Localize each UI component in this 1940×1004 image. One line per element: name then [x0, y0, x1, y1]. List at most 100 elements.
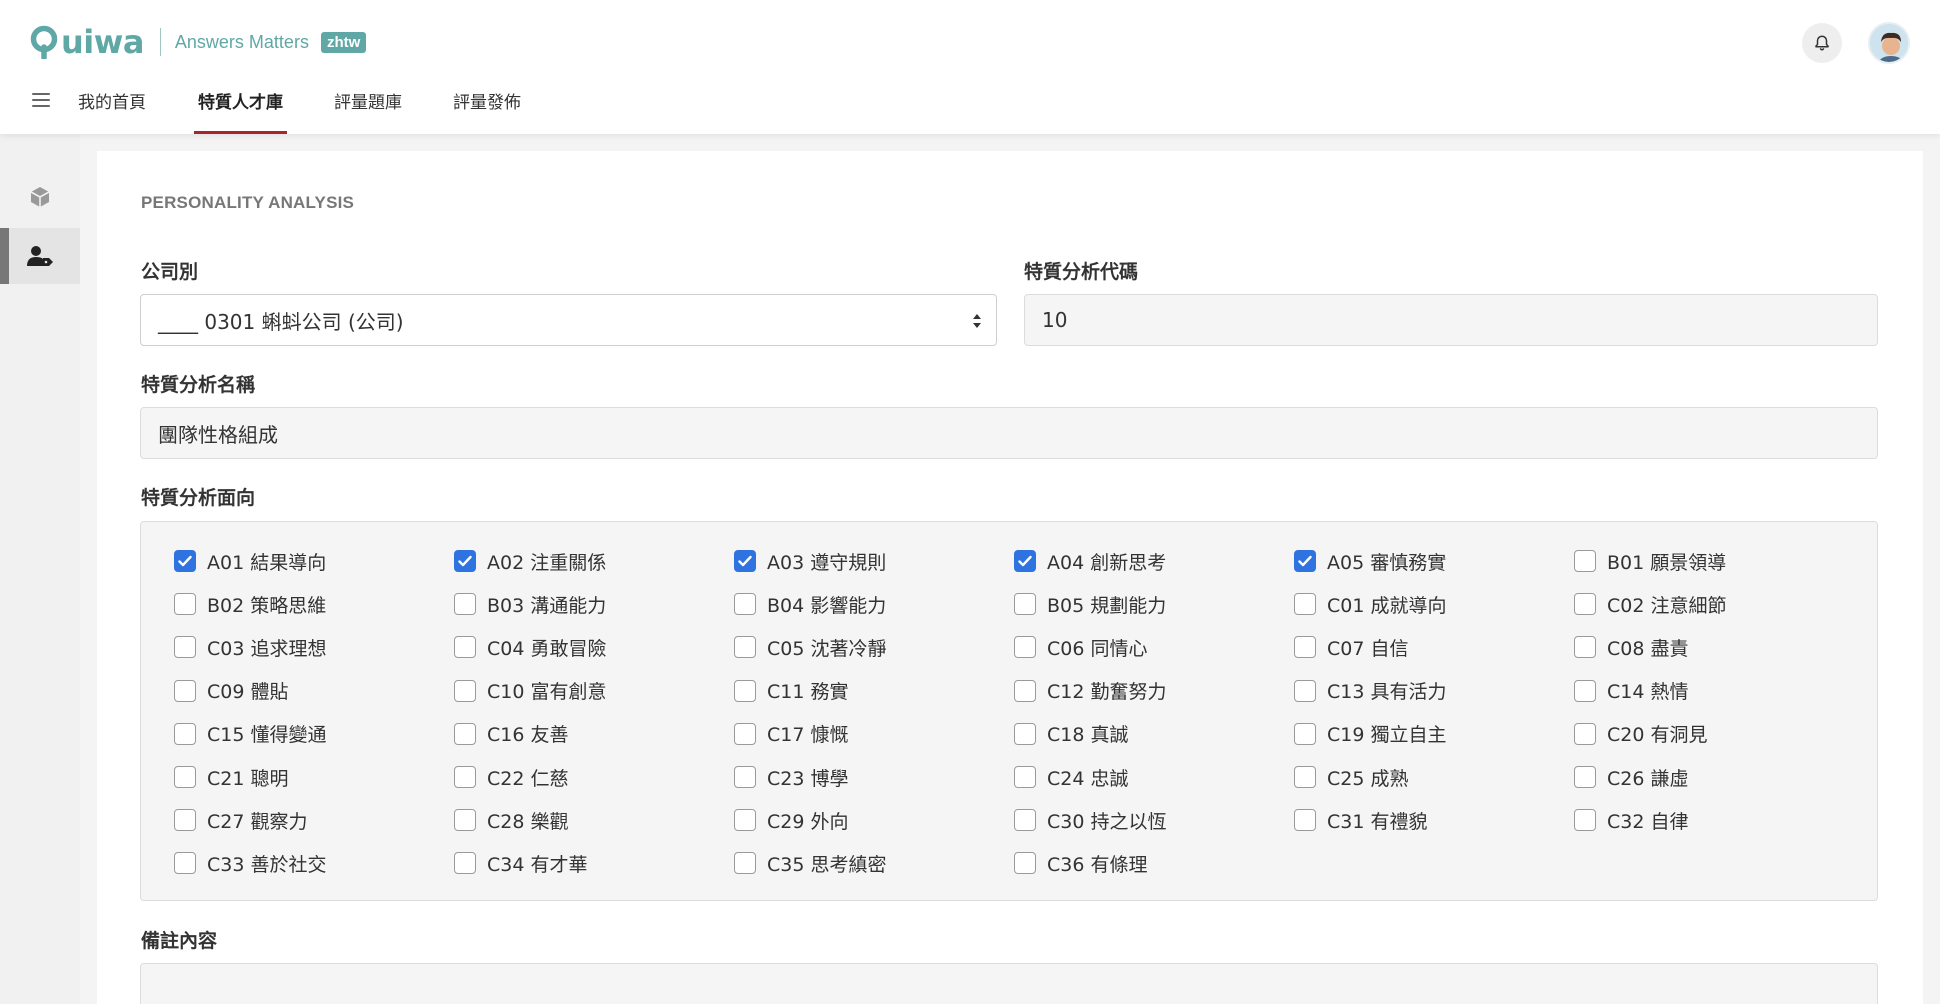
aspect-checkbox-item[interactable]: C04 勇敢冒險 — [454, 632, 606, 662]
checkbox-checked[interactable] — [454, 550, 476, 572]
aspect-checkbox-item[interactable]: C02 注意細節 — [1574, 589, 1726, 619]
aspect-checkbox-item[interactable]: A05 審慎務實 — [1294, 546, 1446, 576]
aspect-checkbox-item[interactable]: C16 友善 — [454, 719, 568, 749]
user-avatar[interactable] — [1868, 22, 1910, 64]
checkbox-unchecked[interactable] — [174, 809, 196, 832]
aspect-checkbox-item[interactable]: C03 追求理想 — [174, 632, 326, 662]
checkbox-unchecked[interactable] — [734, 593, 756, 616]
checkbox-unchecked[interactable] — [1294, 593, 1316, 616]
aspect-checkbox-item[interactable]: C22 仁慈 — [454, 762, 568, 792]
checkbox-unchecked[interactable] — [734, 852, 756, 875]
aspect-checkbox-item[interactable]: C23 博學 — [734, 762, 848, 792]
aspect-checkbox-item[interactable]: B03 溝通能力 — [454, 589, 606, 619]
notes-textarea[interactable] — [140, 963, 1878, 1004]
checkbox-unchecked[interactable] — [1574, 636, 1596, 659]
checkbox-unchecked[interactable] — [174, 636, 196, 659]
checkbox-unchecked[interactable] — [1574, 766, 1596, 788]
aspect-checkbox-item[interactable]: B02 策略思維 — [174, 589, 326, 619]
aspect-checkbox-item[interactable]: C14 熱情 — [1574, 676, 1688, 706]
menu-icon[interactable] — [32, 93, 50, 107]
checkbox-unchecked[interactable] — [174, 679, 196, 702]
aspect-checkbox-item[interactable]: C30 持之以恆 — [1014, 805, 1166, 835]
checkbox-unchecked[interactable] — [734, 766, 756, 788]
aspect-checkbox-item[interactable]: C31 有禮貌 — [1294, 805, 1427, 835]
checkbox-unchecked[interactable] — [734, 722, 756, 745]
language-badge[interactable]: zhtw — [320, 31, 367, 53]
aspect-checkbox-item[interactable]: C18 真誠 — [1014, 719, 1128, 749]
checkbox-unchecked[interactable] — [454, 679, 476, 702]
checkbox-unchecked[interactable] — [1574, 679, 1596, 702]
checkbox-unchecked[interactable] — [174, 593, 196, 616]
checkbox-unchecked[interactable] — [174, 852, 196, 875]
aspect-checkbox-item[interactable]: C15 懂得變通 — [174, 719, 326, 749]
checkbox-unchecked[interactable] — [174, 766, 196, 788]
aspect-checkbox-item[interactable]: C08 盡責 — [1574, 632, 1688, 662]
checkbox-unchecked[interactable] — [454, 809, 476, 832]
aspect-checkbox-item[interactable]: C21 聰明 — [174, 762, 288, 792]
checkbox-unchecked[interactable] — [454, 766, 476, 788]
name-field[interactable]: 團隊性格組成 — [140, 407, 1878, 459]
aspect-checkbox-item[interactable]: C35 思考縝密 — [734, 848, 886, 878]
aspect-checkbox-item[interactable]: C13 具有活力 — [1294, 676, 1446, 706]
checkbox-checked[interactable] — [1294, 550, 1316, 572]
sidebar-item-user-tag[interactable] — [0, 228, 80, 284]
aspect-checkbox-item[interactable]: C34 有才華 — [454, 848, 587, 878]
checkbox-unchecked[interactable] — [1014, 766, 1036, 788]
checkbox-unchecked[interactable] — [1574, 722, 1596, 745]
aspect-checkbox-item[interactable]: C17 慷慨 — [734, 719, 848, 749]
aspect-checkbox-item[interactable]: C09 體貼 — [174, 676, 288, 706]
checkbox-checked[interactable] — [174, 550, 196, 572]
aspect-checkbox-item[interactable]: C24 忠誠 — [1014, 762, 1128, 792]
checkbox-unchecked[interactable] — [1294, 722, 1316, 745]
checkbox-unchecked[interactable] — [1014, 636, 1036, 659]
checkbox-unchecked[interactable] — [454, 722, 476, 745]
checkbox-unchecked[interactable] — [734, 679, 756, 702]
aspect-checkbox-item[interactable]: C01 成就導向 — [1294, 589, 1446, 619]
checkbox-checked[interactable] — [734, 550, 756, 572]
checkbox-unchecked[interactable] — [734, 636, 756, 659]
aspect-checkbox-item[interactable]: C36 有條理 — [1014, 848, 1147, 878]
aspect-checkbox-item[interactable]: C07 自信 — [1294, 632, 1408, 662]
checkbox-unchecked[interactable] — [1294, 679, 1316, 702]
checkbox-unchecked[interactable] — [1294, 766, 1316, 788]
aspect-checkbox-item[interactable]: C20 有洞見 — [1574, 719, 1707, 749]
checkbox-unchecked[interactable] — [1574, 593, 1596, 616]
checkbox-unchecked[interactable] — [174, 722, 196, 745]
aspect-checkbox-item[interactable]: C26 謙虛 — [1574, 762, 1688, 792]
company-select[interactable]: ____ 0301 蝌蚪公司 (公司) — [140, 294, 997, 346]
aspect-checkbox-item[interactable]: C19 獨立自主 — [1294, 719, 1446, 749]
checkbox-unchecked[interactable] — [1574, 550, 1596, 572]
code-field[interactable]: 10 — [1024, 294, 1878, 346]
aspect-checkbox-item[interactable]: C27 觀察力 — [174, 805, 307, 835]
aspect-checkbox-item[interactable]: A02 注重關係 — [454, 546, 606, 576]
aspect-checkbox-item[interactable]: C25 成熟 — [1294, 762, 1408, 792]
aspect-checkbox-item[interactable]: B01 願景領導 — [1574, 546, 1726, 576]
aspect-checkbox-item[interactable]: C32 自律 — [1574, 805, 1688, 835]
aspect-checkbox-item[interactable]: C06 同情心 — [1014, 632, 1147, 662]
aspect-checkbox-item[interactable]: A03 遵守規則 — [734, 546, 886, 576]
aspect-checkbox-item[interactable]: C12 勤奮努力 — [1014, 676, 1166, 706]
checkbox-unchecked[interactable] — [1014, 722, 1036, 745]
checkbox-unchecked[interactable] — [1014, 593, 1036, 616]
tab-question-bank[interactable]: 評量題庫 — [334, 80, 402, 134]
checkbox-unchecked[interactable] — [454, 852, 476, 875]
tab-assessment-publish[interactable]: 評量發佈 — [453, 80, 521, 134]
aspect-checkbox-item[interactable]: B04 影響能力 — [734, 589, 886, 619]
aspect-checkbox-item[interactable]: C10 富有創意 — [454, 676, 606, 706]
aspect-checkbox-item[interactable]: A04 創新思考 — [1014, 546, 1166, 576]
checkbox-unchecked[interactable] — [1014, 852, 1036, 875]
aspect-checkbox-item[interactable]: C28 樂觀 — [454, 805, 568, 835]
checkbox-unchecked[interactable] — [734, 809, 756, 832]
sidebar-item-package[interactable] — [0, 169, 80, 225]
checkbox-unchecked[interactable] — [1014, 679, 1036, 702]
tab-home[interactable]: 我的首頁 — [78, 80, 146, 134]
checkbox-unchecked[interactable] — [1294, 636, 1316, 659]
tab-talent-pool[interactable]: 特質人才庫 — [194, 80, 287, 134]
checkbox-unchecked[interactable] — [1014, 809, 1036, 832]
checkbox-unchecked[interactable] — [1574, 809, 1596, 832]
checkbox-unchecked[interactable] — [454, 593, 476, 616]
aspect-checkbox-item[interactable]: A01 結果導向 — [174, 546, 326, 576]
aspect-checkbox-item[interactable]: C05 沈著冷靜 — [734, 632, 886, 662]
logo[interactable]: uiwa — [30, 23, 144, 61]
checkbox-unchecked[interactable] — [454, 636, 476, 659]
